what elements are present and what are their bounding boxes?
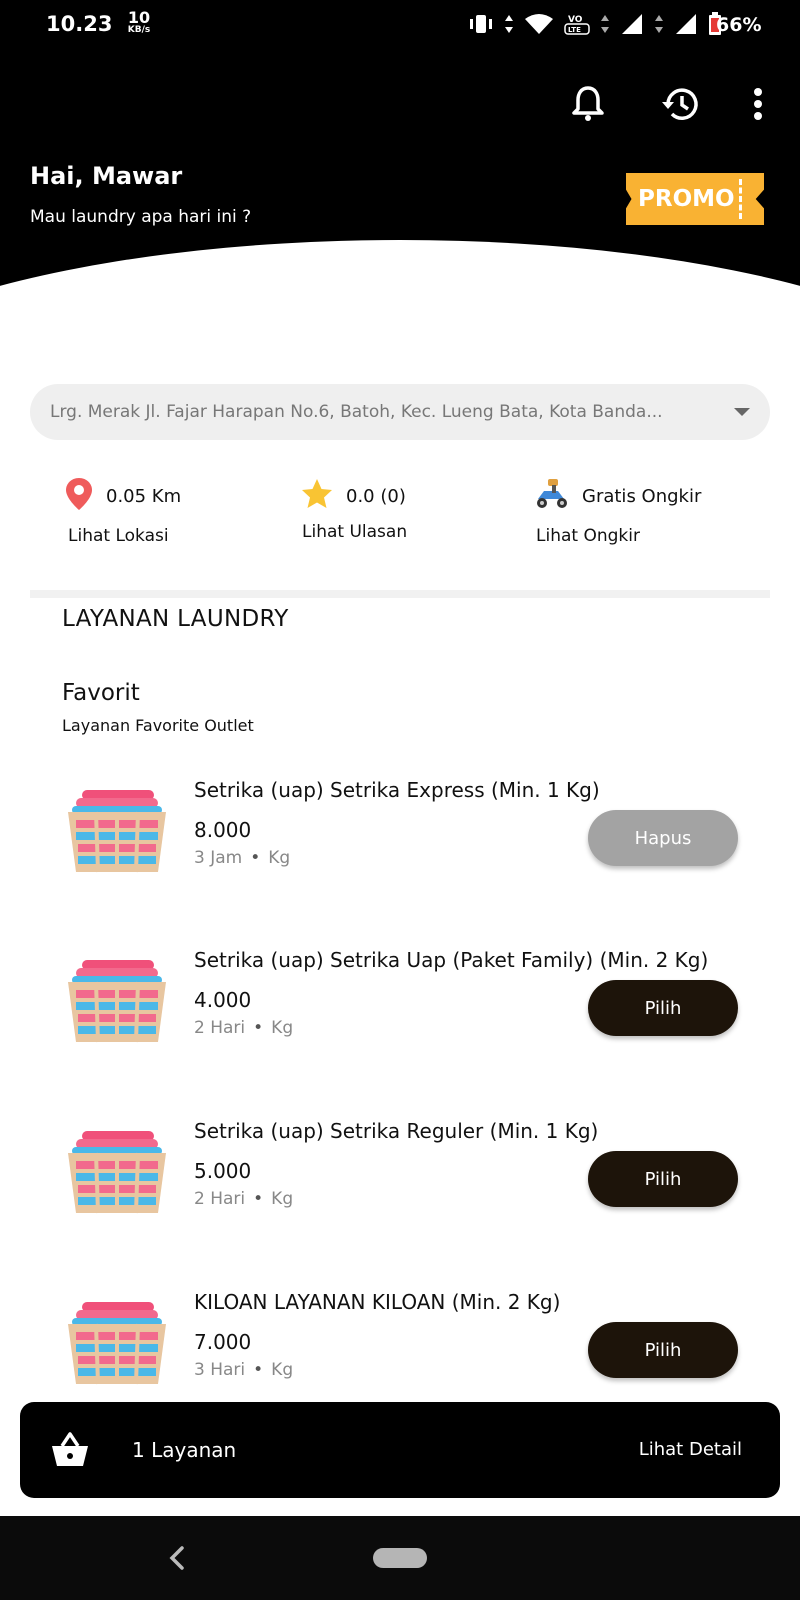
svg-text:LTE: LTE xyxy=(568,26,581,34)
address-text: Lrg. Merak Jl. Fajar Harapan No.6, Batoh… xyxy=(50,402,663,422)
service-name: Setrika (uap) Setrika Express (Min. 1 Kg… xyxy=(194,778,600,802)
more-vert-icon[interactable] xyxy=(738,84,778,124)
view-reviews-link[interactable]: Lihat Ulasan xyxy=(302,522,407,542)
status-icons: VO LTE xyxy=(468,12,722,40)
laundry-basket-icon xyxy=(66,788,168,874)
service-unit: Kg xyxy=(271,1360,294,1380)
remove-button[interactable]: Hapus xyxy=(588,810,738,866)
data-arrows-icon xyxy=(504,13,514,39)
promo-label: PROMO xyxy=(638,186,735,212)
separator-dot: • xyxy=(253,1360,264,1380)
service-duration: 3 Hari xyxy=(194,1360,246,1380)
select-button[interactable]: Pilih xyxy=(588,1322,738,1378)
wifi-icon xyxy=(524,13,554,39)
greeting-subtitle: Mau laundry apa hari ini ? xyxy=(30,207,252,227)
service-item: Setrika (uap) Setrika Reguler (Min. 1 Kg… xyxy=(0,1119,800,1239)
scooter-icon xyxy=(534,477,570,516)
data-arrows-icon xyxy=(654,13,664,39)
history-icon[interactable] xyxy=(660,84,700,124)
header: 10.23 10 KB/s VO LTE 66% Hai, Mawar Mau … xyxy=(0,0,800,420)
home-pill-button[interactable] xyxy=(373,1548,427,1568)
service-unit: Kg xyxy=(268,848,291,868)
select-button[interactable]: Pilih xyxy=(588,1151,738,1207)
laundry-basket-icon xyxy=(66,1129,168,1215)
status-bar: 10.23 10 KB/s VO LTE 66% xyxy=(0,0,800,52)
address-dropdown[interactable]: Lrg. Merak Jl. Fajar Harapan No.6, Batoh… xyxy=(30,384,770,440)
service-duration: 3 Jam xyxy=(194,848,243,868)
service-price: 5.000 xyxy=(194,1159,252,1183)
greeting-title: Hai, Mawar xyxy=(30,162,183,190)
ticket-perforation xyxy=(739,179,742,219)
distance-value: 0.05 Km xyxy=(106,485,182,507)
volte-icon: VO LTE xyxy=(564,12,590,40)
laundry-basket-icon xyxy=(66,958,168,1044)
cart-bar[interactable]: 1 Layanan Lihat Detail xyxy=(20,1402,780,1498)
shipping-value: Gratis Ongkir xyxy=(582,485,702,507)
service-item: KILOAN LAYANAN KILOAN (Min. 2 Kg) 7.000 … xyxy=(0,1290,800,1410)
separator-dot: • xyxy=(253,1018,264,1038)
service-meta: 2 Hari • Kg xyxy=(194,1018,293,1038)
service-name: KILOAN LAYANAN KILOAN (Min. 2 Kg) xyxy=(194,1290,561,1314)
promo-button[interactable]: PROMO xyxy=(626,173,764,225)
service-price: 7.000 xyxy=(194,1330,252,1354)
service-meta: 3 Hari • Kg xyxy=(194,1360,293,1380)
network-speed-unit: KB/s xyxy=(127,25,151,35)
info-rating[interactable]: 0.0 (0) Lihat Ulasan xyxy=(300,476,407,542)
view-detail-link[interactable]: Lihat Detail xyxy=(639,1439,742,1460)
service-meta: 3 Jam • Kg xyxy=(194,848,290,868)
basket-icon xyxy=(50,1430,90,1470)
separator-dot: • xyxy=(250,848,261,868)
service-name: Setrika (uap) Setrika Uap (Paket Family)… xyxy=(194,948,709,972)
rating-value: 0.0 (0) xyxy=(346,485,406,507)
info-shipping[interactable]: Gratis Ongkir Lihat Ongkir xyxy=(534,476,701,546)
signal-icon xyxy=(674,13,698,39)
service-unit: Kg xyxy=(271,1189,294,1209)
section-divider xyxy=(30,590,770,598)
view-shipping-link[interactable]: Lihat Ongkir xyxy=(536,526,701,546)
vibrate-icon xyxy=(468,13,494,39)
category-subtitle: Layanan Favorite Outlet xyxy=(62,716,254,735)
network-speed-value: 10 xyxy=(127,8,151,27)
chevron-down-icon xyxy=(734,408,750,416)
laundry-basket-icon xyxy=(66,1300,168,1386)
data-arrows-icon xyxy=(600,13,610,39)
signal-icon xyxy=(620,13,644,39)
select-button[interactable]: Pilih xyxy=(588,980,738,1036)
bell-icon[interactable] xyxy=(568,84,608,124)
location-pin-icon xyxy=(64,476,94,517)
service-duration: 2 Hari xyxy=(194,1018,246,1038)
app-screen: 10.23 10 KB/s VO LTE 66% Hai, Mawar Mau … xyxy=(0,0,800,1600)
header-actions xyxy=(0,84,800,124)
cart-count: 1 Layanan xyxy=(132,1438,237,1462)
service-unit: Kg xyxy=(271,1018,294,1038)
service-price: 8.000 xyxy=(194,818,252,842)
star-icon xyxy=(300,477,334,516)
service-duration: 2 Hari xyxy=(194,1189,246,1209)
service-name: Setrika (uap) Setrika Reguler (Min. 1 Kg… xyxy=(194,1119,599,1143)
service-price: 4.000 xyxy=(194,988,252,1012)
service-meta: 2 Hari • Kg xyxy=(194,1189,293,1209)
separator-dot: • xyxy=(253,1189,264,1209)
category-title: Favorit xyxy=(62,680,140,706)
system-navigation-bar xyxy=(0,1516,800,1600)
status-time: 10.23 xyxy=(46,12,113,36)
service-item: Setrika (uap) Setrika Express (Min. 1 Kg… xyxy=(0,778,800,898)
section-title: LAYANAN LAUNDRY xyxy=(62,606,289,632)
network-speed: 10 KB/s xyxy=(122,10,156,35)
back-icon[interactable] xyxy=(162,1540,192,1576)
battery-percent: 66% xyxy=(716,14,762,36)
service-item: Setrika (uap) Setrika Uap (Paket Family)… xyxy=(0,948,800,1068)
view-location-link[interactable]: Lihat Lokasi xyxy=(68,526,181,546)
info-location[interactable]: 0.05 Km Lihat Lokasi xyxy=(64,476,181,546)
